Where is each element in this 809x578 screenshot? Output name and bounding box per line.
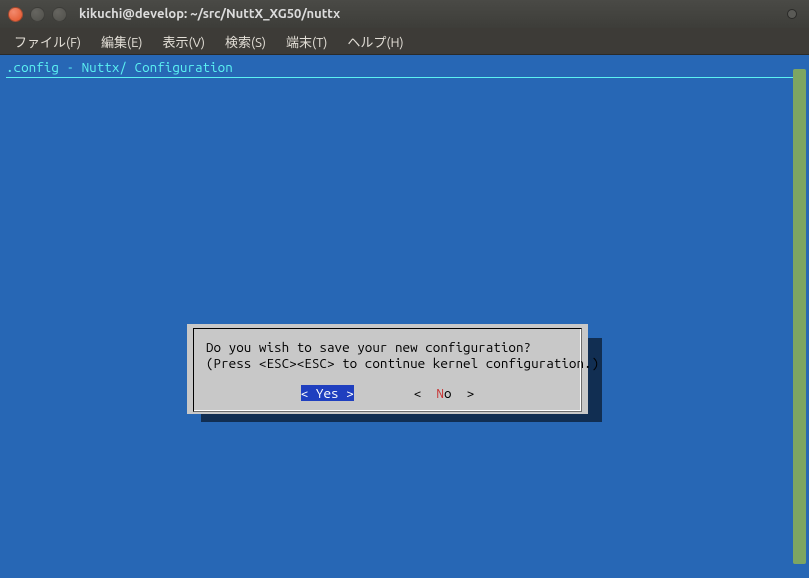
- menu-edit[interactable]: 編集(E): [93, 29, 150, 54]
- no-button[interactable]: < No >: [414, 385, 475, 401]
- dialog-line1: Do you wish to save your new configurati…: [206, 339, 569, 355]
- maximize-button[interactable]: [52, 7, 67, 22]
- save-dialog: Do you wish to save your new configurati…: [187, 324, 588, 414]
- no-hot: N: [436, 385, 444, 401]
- terminal-window: kikuchi@develop: ~/src/NuttX_XG50/nuttx …: [0, 0, 809, 578]
- menu-file[interactable]: ファイル(F): [6, 29, 89, 54]
- horizontal-rule: [6, 77, 803, 78]
- no-rest: o >: [444, 385, 474, 401]
- titlebar: kikuchi@develop: ~/src/NuttX_XG50/nuttx: [0, 0, 809, 28]
- scrollbar-thumb[interactable]: [793, 69, 806, 564]
- menu-terminal[interactable]: 端末(T): [278, 29, 335, 54]
- window-title: kikuchi@develop: ~/src/NuttX_XG50/nuttx: [79, 7, 787, 21]
- dialog-inner: Do you wish to save your new configurati…: [193, 328, 582, 412]
- dialog-line2: (Press <ESC><ESC> to continue kernel con…: [206, 355, 569, 371]
- menu-help[interactable]: ヘルプ(H): [339, 29, 411, 54]
- dialog-button-row: < Yes > < No >: [206, 385, 569, 407]
- terminal-viewport[interactable]: .config - Nuttx/ Configuration Do you wi…: [0, 55, 809, 578]
- close-button[interactable]: [8, 7, 23, 22]
- menu-search[interactable]: 検索(S): [217, 29, 274, 54]
- minimize-button[interactable]: [30, 7, 45, 22]
- config-title: .config - Nuttx/ Configuration: [0, 55, 809, 76]
- titlebar-indicator-icon: [787, 9, 797, 19]
- menubar: ファイル(F) 編集(E) 表示(V) 検索(S) 端末(T) ヘルプ(H): [0, 28, 809, 55]
- yes-button[interactable]: < Yes >: [301, 385, 354, 401]
- scrollbar[interactable]: [793, 69, 806, 564]
- window-controls: [8, 7, 67, 22]
- menu-view[interactable]: 表示(V): [155, 29, 213, 54]
- no-left: <: [414, 385, 437, 401]
